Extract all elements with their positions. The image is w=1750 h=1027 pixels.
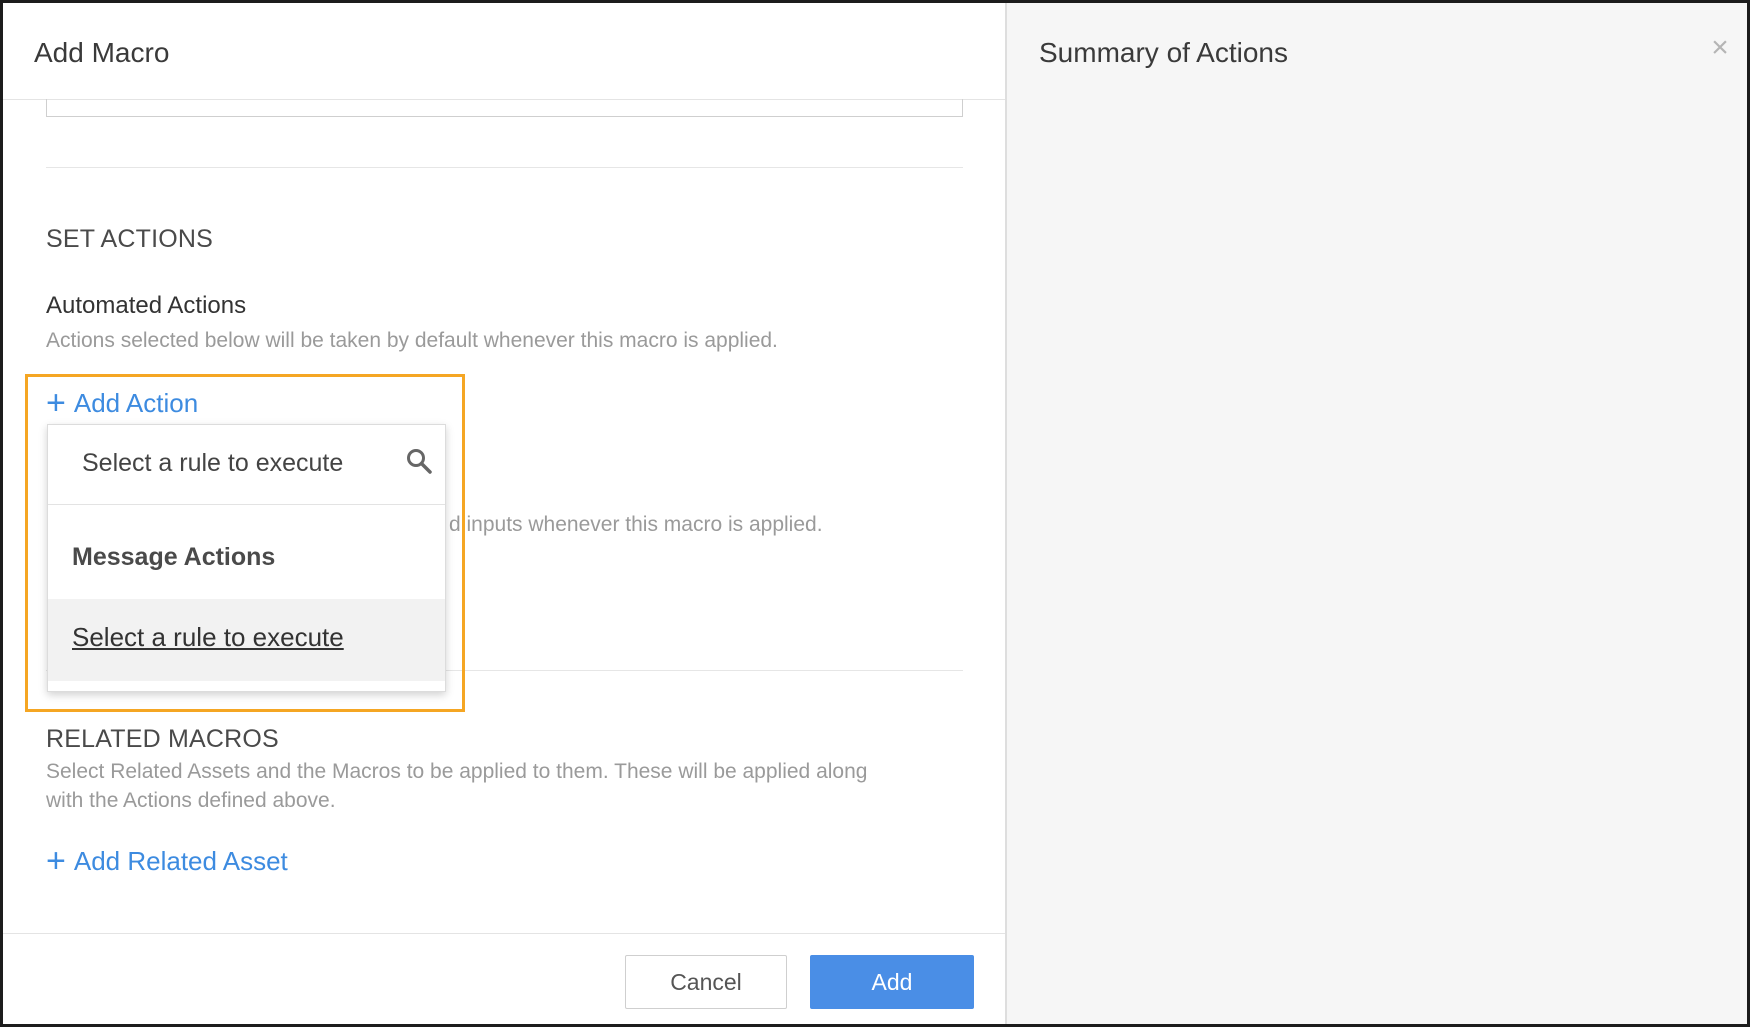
- add-button[interactable]: Add: [810, 955, 974, 1009]
- summary-panel: Summary of Actions ×: [1005, 3, 1747, 1024]
- macro-name-input[interactable]: [46, 99, 963, 117]
- dialog-footer: Cancel Add: [3, 933, 1005, 1024]
- panel-header: Add Macro: [3, 3, 1005, 100]
- set-actions-heading: SET ACTIONS: [46, 225, 214, 253]
- automated-actions-title: Automated Actions: [46, 292, 247, 319]
- automated-actions-help: Actions selected below will be taken by …: [46, 329, 778, 352]
- page-title: Add Macro: [34, 37, 170, 68]
- related-macros-help-line-1: Select Related Assets and the Macros to …: [46, 760, 868, 783]
- rule-search-field[interactable]: Select a rule to execute: [48, 425, 445, 505]
- plus-icon: +: [46, 842, 66, 880]
- add-macro-dialog: Add Macro SET ACTIONS Automated Actions …: [0, 0, 1750, 1027]
- close-icon[interactable]: ×: [1705, 33, 1735, 63]
- search-icon[interactable]: [405, 447, 433, 475]
- add-related-asset-label: Add Related Asset: [73, 845, 288, 876]
- divider: [46, 167, 963, 168]
- related-macros-help-line-2: with the Actions defined above.: [46, 789, 336, 812]
- cancel-button[interactable]: Cancel: [625, 955, 787, 1009]
- add-macro-panel: Add Macro SET ACTIONS Automated Actions …: [3, 3, 1005, 1024]
- manual-actions-help: d inputs whenever this macro is applied.: [449, 513, 823, 536]
- add-action-button[interactable]: + Add Action: [46, 386, 198, 420]
- message-actions-group-label: Message Actions: [72, 543, 276, 571]
- action-dropdown-menu: Select a rule to execute Message Actions…: [47, 424, 446, 692]
- dropdown-option-select-rule[interactable]: Select a rule to execute: [48, 599, 445, 681]
- add-action-label: Add Action: [73, 387, 199, 418]
- summary-title: Summary of Actions: [1039, 37, 1288, 68]
- plus-icon: +: [46, 384, 66, 422]
- add-related-asset-button[interactable]: + Add Related Asset: [46, 844, 288, 878]
- related-macros-heading: RELATED MACROS: [46, 725, 279, 753]
- dropdown-option-label: Select a rule to execute: [72, 622, 344, 652]
- rule-search-input[interactable]: Select a rule to execute: [82, 449, 343, 478]
